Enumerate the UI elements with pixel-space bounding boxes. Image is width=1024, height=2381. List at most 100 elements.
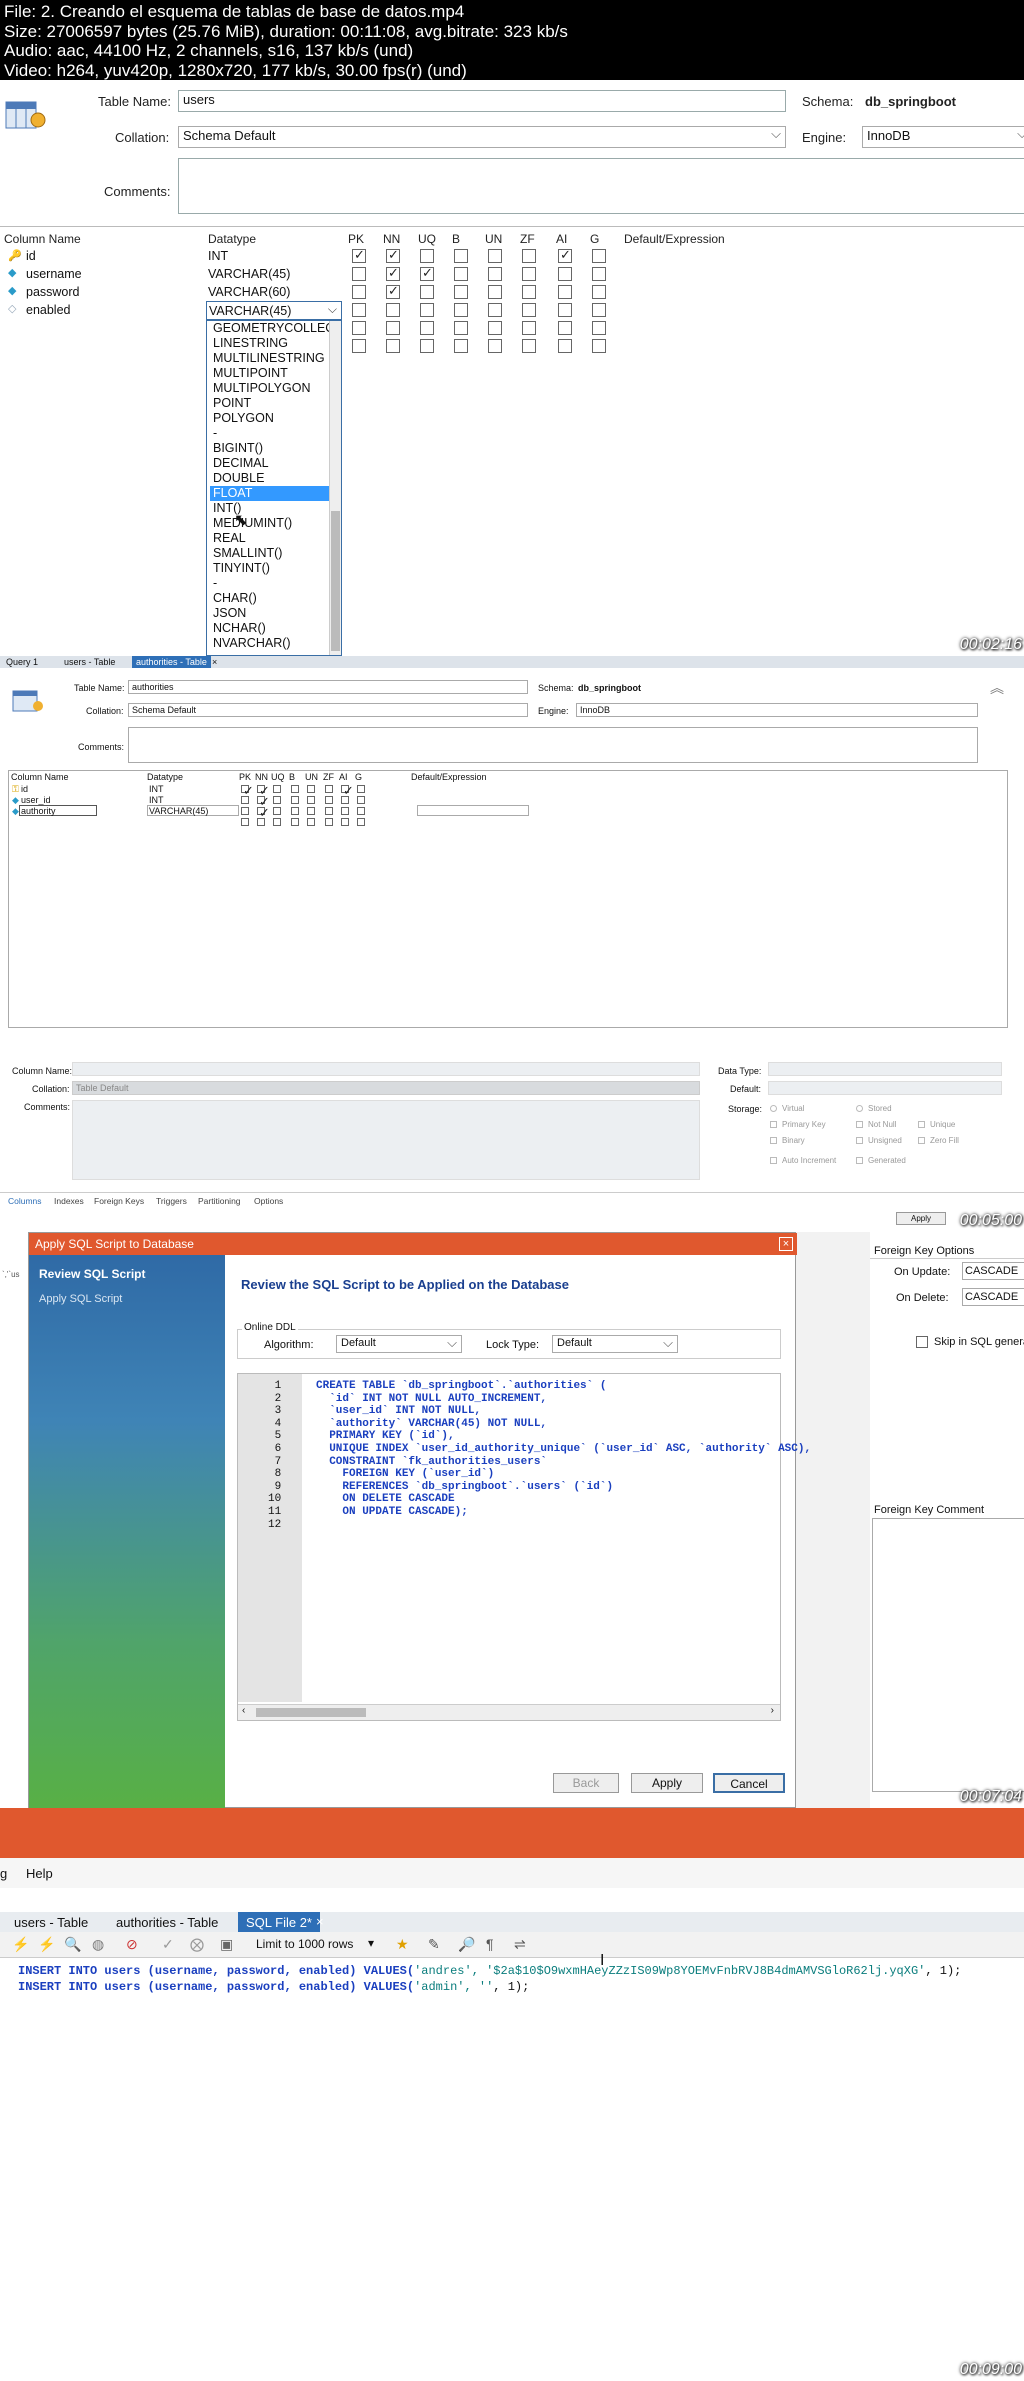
un-checkbox[interactable]	[488, 249, 502, 263]
collapse-up-icon[interactable]: ︽	[990, 678, 1004, 698]
scroll-left-icon[interactable]: ‹	[242, 1705, 245, 1716]
storage-option-control[interactable]	[770, 1105, 777, 1112]
flag-checkbox[interactable]	[273, 785, 281, 793]
cancel-button[interactable]: Cancel	[713, 1773, 785, 1793]
execute-icon[interactable]: ⚡	[12, 1936, 29, 1953]
flag-checkbox[interactable]	[241, 818, 249, 826]
flag-checkbox[interactable]	[291, 818, 299, 826]
datatype-option[interactable]: -	[210, 576, 341, 591]
ai-checkbox[interactable]	[558, 321, 572, 335]
on-delete-select[interactable]: CASCADE	[962, 1288, 1024, 1306]
table-row[interactable]: ◇ enabled VARCHAR(45) ⌵	[0, 301, 1024, 320]
column-name-input[interactable]	[72, 1062, 700, 1076]
flag-checkbox[interactable]	[357, 818, 365, 826]
comments-textarea[interactable]	[178, 158, 1024, 214]
ai-checkbox[interactable]	[558, 267, 572, 281]
un-checkbox[interactable]	[488, 303, 502, 317]
engine-select[interactable]: InnoDB	[576, 703, 978, 717]
pk-checkbox[interactable]	[352, 285, 366, 299]
column-name-editor[interactable]: authority	[19, 805, 97, 816]
comments-textarea[interactable]	[128, 727, 978, 763]
datatype-option[interactable]: GEOMETRYCOLLEC	[210, 321, 341, 336]
ai-checkbox[interactable]	[558, 285, 572, 299]
g-checkbox[interactable]	[592, 321, 606, 335]
storage-option-control[interactable]	[856, 1121, 863, 1128]
pk-checkbox[interactable]	[352, 339, 366, 353]
datatype-option[interactable]: MULTIPOLYGON	[210, 381, 341, 396]
bookmark-icon[interactable]: ★	[396, 1936, 409, 1953]
storage-option-control[interactable]	[770, 1157, 777, 1164]
lock-type-select[interactable]: Default	[552, 1335, 678, 1353]
flag-checkbox[interactable]	[273, 807, 281, 815]
chevron-down-icon[interactable]: ▾	[368, 1936, 374, 1950]
flag-checkbox[interactable]	[291, 807, 299, 815]
apply-button[interactable]: Apply	[896, 1212, 946, 1225]
datatype-option[interactable]: DECIMAL	[210, 456, 341, 471]
datatype-option[interactable]: MEDIUMINT()	[210, 516, 341, 531]
storage-option-control[interactable]	[856, 1105, 863, 1112]
close-icon[interactable]: ×	[316, 1914, 324, 1929]
flag-checkbox[interactable]	[241, 783, 254, 799]
fk-comment-textarea[interactable]	[872, 1518, 1024, 1792]
commit-icon[interactable]: ✓	[162, 1936, 174, 1953]
zf-checkbox[interactable]	[522, 339, 536, 353]
scroll-right-icon[interactable]: ›	[771, 1705, 774, 1716]
data-type-input[interactable]	[768, 1062, 1002, 1076]
close-icon[interactable]: ×	[779, 1237, 793, 1251]
flag-checkbox[interactable]	[273, 818, 281, 826]
flag-checkbox[interactable]	[257, 805, 270, 821]
uq-checkbox[interactable]	[420, 303, 434, 317]
zf-checkbox[interactable]	[522, 321, 536, 335]
default-input[interactable]	[768, 1081, 1002, 1095]
menu-item-g[interactable]: g	[0, 1866, 7, 1881]
storage-option-control[interactable]	[856, 1157, 863, 1164]
flag-checkbox[interactable]	[325, 818, 333, 826]
sql-script-editor[interactable]: 1 CREATE TABLE `db_springboot`.`authoriti…	[237, 1373, 811, 1721]
table-row[interactable]: ◆ username VARCHAR(45)	[0, 265, 1024, 283]
datatype-option[interactable]: REAL	[210, 531, 341, 546]
flag-checkbox[interactable]	[325, 807, 333, 815]
datatype-option[interactable]: TINYINT()	[210, 561, 341, 576]
tab-users-table[interactable]: users - Table	[64, 657, 115, 667]
collation-detail-select[interactable]: Table Default	[72, 1081, 700, 1095]
datatype-option[interactable]: INT()	[210, 501, 341, 516]
menu-item-help[interactable]: Help	[26, 1866, 53, 1881]
b-checkbox[interactable]	[454, 249, 468, 263]
nn-checkbox[interactable]	[386, 321, 400, 335]
b-checkbox[interactable]	[454, 321, 468, 335]
flag-checkbox[interactable]	[241, 807, 249, 815]
comments-detail-textarea[interactable]	[72, 1100, 700, 1180]
sql-editor-area[interactable]: INSERT INTO users (username, password, e…	[0, 1952, 1024, 2381]
column-datatype[interactable]: VARCHAR(45)	[147, 805, 239, 816]
datatype-option[interactable]: CHAR()	[210, 591, 341, 606]
datatype-option[interactable]: NCHAR()	[210, 621, 341, 636]
datatype-dropdown-list[interactable]: GEOMETRYCOLLEC LINESTRING MULTILINESTRING M…	[206, 320, 342, 656]
uq-checkbox[interactable]	[420, 321, 434, 335]
flag-checkbox[interactable]	[357, 785, 365, 793]
engine-select[interactable]: InnoDB	[862, 126, 1024, 148]
dropdown-scroll-thumb[interactable]	[331, 511, 340, 651]
limit-rows-select[interactable]: Limit to 1000 rows	[256, 1937, 353, 1951]
table-name-input[interactable]: users	[178, 90, 786, 112]
flag-checkbox[interactable]	[307, 785, 315, 793]
explain-icon[interactable]: 🔍	[64, 1936, 81, 1953]
tab-authorities-table[interactable]: authorities - Table	[132, 656, 211, 668]
tab-query-1[interactable]: Query 1	[6, 657, 38, 667]
nn-checkbox[interactable]	[386, 247, 400, 263]
g-checkbox[interactable]	[592, 285, 606, 299]
nn-checkbox[interactable]	[386, 303, 400, 317]
zf-checkbox[interactable]	[522, 303, 536, 317]
flag-checkbox[interactable]	[307, 807, 315, 815]
bottom-tab-1[interactable]: Indexes	[54, 1196, 84, 1206]
bottom-tab-0[interactable]: Columns	[8, 1196, 42, 1206]
datatype-option[interactable]: FLOAT	[210, 486, 341, 501]
b-checkbox[interactable]	[454, 285, 468, 299]
g-checkbox[interactable]	[592, 249, 606, 263]
scroll-thumb[interactable]	[256, 1708, 366, 1717]
bottom-tab-3[interactable]: Triggers	[156, 1196, 187, 1206]
flag-checkbox[interactable]	[257, 783, 270, 799]
flag-checkbox[interactable]	[307, 796, 315, 804]
b-checkbox[interactable]	[454, 303, 468, 317]
storage-option-control[interactable]	[770, 1137, 777, 1144]
ai-checkbox[interactable]	[558, 303, 572, 317]
